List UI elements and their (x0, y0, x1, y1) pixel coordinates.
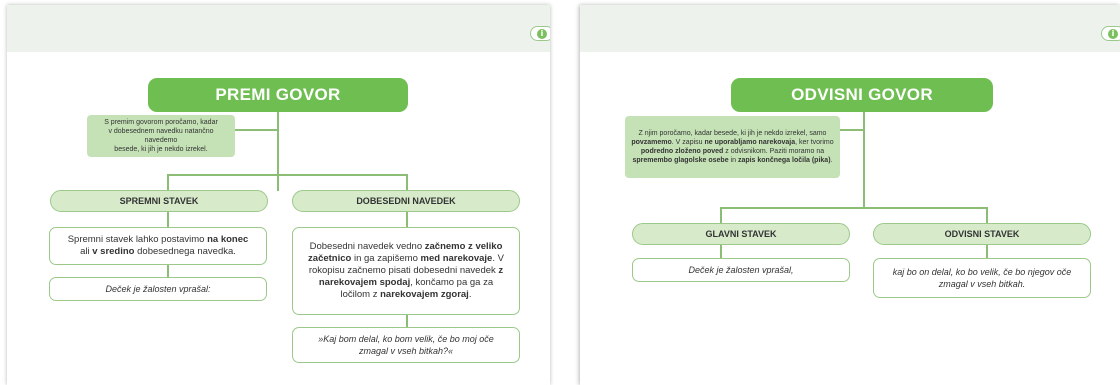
title-odvisni-govor: ODVISNI GOVOR (731, 78, 993, 112)
connector (986, 207, 988, 223)
title-premi-govor: PREMI GOVOR (148, 78, 408, 112)
connector (986, 245, 988, 258)
bold-text: povzamemo (631, 139, 672, 146)
connector (277, 105, 279, 191)
bold-text: narekovajem zgoraj (380, 289, 469, 300)
bold-text: spremembo glagolske osebe (632, 157, 729, 164)
panel-header (7, 5, 550, 52)
connector (720, 207, 722, 223)
panel-odvisni-govor: i ODVISNI GOVOR Z njim poročamo, kadar b… (580, 5, 1120, 385)
bold-text: zapis končnega ločila (pika) (737, 157, 831, 164)
label-dobesedni-navedek: DOBESEDNI NAVEDEK (292, 190, 520, 212)
note-line: S premim govorom poročamo, kadar (104, 119, 218, 126)
bold-text: med narekovaje (420, 253, 493, 264)
spremni-stavek-explanation: Spremni stavek lahko postavimo na konec a… (49, 227, 267, 265)
definition-note: S premim govorom poročamo, kadar v dobes… (87, 115, 235, 157)
connector (720, 245, 722, 258)
bold-text: na konec (207, 234, 249, 245)
connector (167, 174, 169, 190)
text: , ker tvorimo (795, 139, 834, 146)
text: in (728, 157, 738, 164)
info-icon: i (1108, 28, 1118, 39)
connector (167, 265, 169, 277)
odvisni-stavek-example: kaj bo on delal, ko bo velik, če bo njeg… (873, 258, 1091, 298)
note-line: v dobesednem navedku natančno navedemo (108, 128, 214, 144)
text: . (830, 157, 833, 164)
spremni-stavek-example: Deček je žalosten vprašal: (49, 277, 267, 301)
panel-header (580, 5, 1120, 52)
info-icon: i (537, 28, 547, 39)
glavni-stavek-example: Deček je žalosten vprašal, (632, 258, 850, 282)
note-line: besede, ki jih je nekdo izrekel. (114, 146, 208, 153)
info-button[interactable]: i (1101, 26, 1120, 41)
connector (406, 174, 408, 190)
label-spremni-stavek: SPREMNI STAVEK (50, 190, 268, 212)
panel-premi-govor: i PREMI GOVOR S premim govorom poročamo,… (7, 5, 550, 385)
connector (406, 315, 408, 327)
bold-text: ne uporabljamo narekovaja (704, 139, 796, 146)
connector (406, 212, 408, 227)
dobesedni-navedek-explanation: Dobesedni navedek vedno začnemo z veliko… (292, 227, 520, 315)
text: . (468, 289, 472, 300)
text: in ga zapišemo (351, 253, 421, 264)
label-odvisni-stavek: ODVISNI STAVEK (873, 223, 1091, 245)
bold-text: v sredino (92, 246, 135, 257)
text: Spremni stavek lahko postavimo (67, 234, 208, 245)
connector (167, 174, 407, 176)
connector (235, 129, 279, 131)
connector (720, 207, 987, 209)
connector (840, 129, 865, 131)
text: z odvisnikom. Paziti moramo na (723, 148, 825, 155)
connector (863, 105, 865, 208)
text: . V zapisu (671, 139, 705, 146)
text: Z njim poročamo, kadar besede, ki jih je… (638, 130, 827, 137)
dobesedni-navedek-example: »Kaj bom delal, ko bom velik, če bo moj … (292, 327, 520, 363)
info-button[interactable]: i (530, 26, 550, 41)
text: ali (80, 246, 93, 257)
bold-text: podredno zloženo poved (640, 148, 724, 155)
label-glavni-stavek: GLAVNI STAVEK (632, 223, 850, 245)
definition-note: Z njim poročamo, kadar besede, ki jih je… (625, 116, 840, 178)
text: Dobesedni navedek vedno (309, 241, 425, 252)
connector (167, 212, 169, 228)
text: dobesednega navedka. (134, 246, 236, 257)
